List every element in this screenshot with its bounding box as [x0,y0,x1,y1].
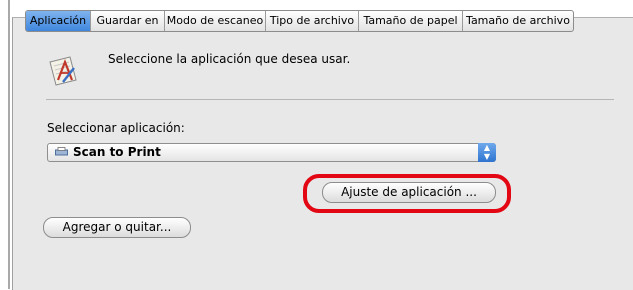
select-application-label: Seleccionar aplicación: [47,121,185,135]
tab-tamano-de-papel[interactable]: Tamaño de papel [358,11,462,31]
separator [46,99,614,100]
red-highlight-circle [303,174,511,213]
tab-tipo-de-archivo[interactable]: Tipo de archivo [265,11,358,31]
select-arrows-icon: ▲ ▼ [478,143,496,162]
application-select[interactable]: Scan to Print ▲ ▼ [47,143,496,162]
tab-guardar-en[interactable]: Guardar en [90,11,164,31]
add-remove-button[interactable]: Agregar o quitar... [43,217,191,238]
window-left-edge [8,0,10,289]
tab-modo-de-escaneo[interactable]: Modo de escaneo [164,11,265,31]
application-icon [49,56,77,86]
tab-bar: Aplicación Guardar en Modo de escaneo Ti… [25,10,574,32]
printer-icon [55,147,68,156]
application-select-value: Scan to Print [73,145,161,159]
intro-text: Seleccione la aplicación que desea usar. [108,52,351,66]
tab-tamano-de-archivo[interactable]: Tamaño de archivo [462,11,573,31]
tab-aplicacion[interactable]: Aplicación [26,11,90,31]
